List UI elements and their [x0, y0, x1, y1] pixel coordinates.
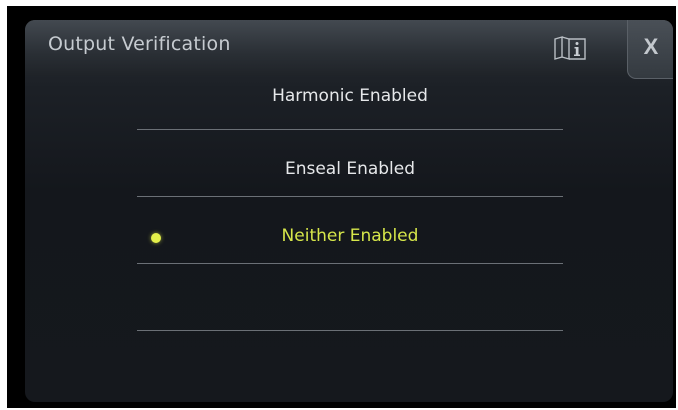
manual-info-button[interactable] — [553, 36, 587, 60]
close-icon: X — [643, 34, 659, 59]
option-neither-enabled[interactable]: Neither Enabled — [137, 197, 563, 263]
option-label: Enseal Enabled — [284, 159, 416, 179]
dialog-header: Output Verification X — [25, 20, 673, 79]
option-label: Neither Enabled — [281, 226, 419, 246]
option-enseal-enabled[interactable]: Enseal Enabled — [137, 130, 563, 196]
dialog-title: Output Verification — [48, 33, 231, 55]
manual-info-icon — [554, 36, 586, 60]
device-screen: Output Verification X Harmonic Enabled E — [7, 6, 676, 408]
option-label: Harmonic Enabled — [272, 86, 428, 106]
close-button[interactable]: X — [627, 20, 673, 79]
option-empty[interactable] — [137, 264, 563, 330]
output-verification-dialog: Output Verification X Harmonic Enabled E — [25, 20, 673, 402]
option-divider — [137, 330, 563, 331]
